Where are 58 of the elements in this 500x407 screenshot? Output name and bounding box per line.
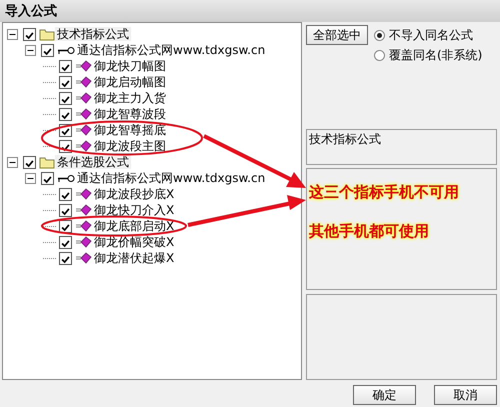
key-icon bbox=[57, 174, 75, 182]
formula-icon bbox=[75, 92, 92, 104]
cancel-button[interactable]: 取消 bbox=[434, 385, 497, 405]
formula-icon bbox=[75, 252, 92, 264]
checkbox[interactable] bbox=[23, 156, 36, 168]
checkbox[interactable] bbox=[59, 252, 72, 264]
tree-item[interactable]: 御龙快刀幅图 bbox=[92, 59, 168, 73]
collapse-icon[interactable] bbox=[7, 28, 18, 40]
collapse-icon[interactable] bbox=[25, 172, 36, 184]
tree-item[interactable]: 通达信指标公式网www.tdxgsw.cn bbox=[75, 171, 268, 185]
tree-item[interactable]: 御龙价幅突破X bbox=[92, 235, 176, 249]
formula-icon bbox=[75, 140, 92, 152]
tree-item[interactable]: 御龙智尊波段 bbox=[92, 107, 168, 121]
checkbox[interactable] bbox=[59, 236, 72, 248]
formula-icon bbox=[75, 108, 92, 120]
checkbox[interactable] bbox=[41, 44, 54, 56]
checkbox[interactable] bbox=[59, 220, 72, 232]
checkbox[interactable] bbox=[59, 204, 72, 216]
tree-item[interactable]: 御龙快刀介入X bbox=[92, 203, 176, 217]
collapse-icon[interactable] bbox=[7, 156, 18, 168]
tree-item[interactable]: 御龙波段抄底X bbox=[92, 187, 176, 201]
tree-item[interactable]: 御龙底部启动X bbox=[92, 219, 176, 233]
checkbox[interactable] bbox=[59, 108, 72, 120]
tree-item[interactable]: 通达信指标公式网www.tdxgsw.cn bbox=[75, 43, 268, 57]
folder-icon bbox=[39, 156, 55, 168]
radio-button[interactable] bbox=[374, 30, 385, 40]
tree-item[interactable]: 御龙启动幅图 bbox=[92, 75, 168, 89]
formula-icon bbox=[75, 236, 92, 248]
tree-item[interactable]: 御龙主力入货 bbox=[92, 91, 168, 105]
checkbox[interactable] bbox=[59, 60, 72, 72]
annotation-text: 其他手机都可使用 bbox=[309, 220, 429, 242]
formula-icon bbox=[75, 60, 92, 72]
checkbox[interactable] bbox=[59, 76, 72, 88]
formula-icon bbox=[75, 220, 92, 232]
annotation-text: 这三个指标手机不可用 bbox=[309, 182, 459, 203]
tree-item[interactable]: 御龙智尊摇底 bbox=[92, 123, 168, 137]
description-text: 技术指标公式 bbox=[309, 132, 381, 146]
formula-icon bbox=[75, 188, 92, 200]
tree-item[interactable]: 条件选股公式 bbox=[55, 155, 131, 169]
collapse-icon[interactable] bbox=[25, 44, 36, 56]
checkbox[interactable] bbox=[59, 92, 72, 104]
formula-icon bbox=[75, 204, 92, 216]
tree-item[interactable]: 御龙波段主图 bbox=[92, 139, 168, 153]
formula-icon bbox=[75, 124, 92, 136]
radio-button[interactable] bbox=[374, 50, 385, 60]
folder-icon bbox=[39, 28, 55, 40]
select-all-button[interactable]: 全部选中 bbox=[306, 25, 368, 45]
checkbox[interactable] bbox=[41, 172, 54, 184]
formula-icon bbox=[75, 76, 92, 88]
radio-option[interactable]: 覆盖同名(非系统) bbox=[374, 45, 482, 65]
checkbox[interactable] bbox=[59, 188, 72, 200]
tree-item[interactable]: 技术指标公式 bbox=[55, 27, 131, 41]
checkbox[interactable] bbox=[23, 28, 36, 40]
radio-option[interactable]: 不导入同名公式 bbox=[374, 25, 482, 45]
ok-button[interactable]: 确定 bbox=[353, 385, 416, 405]
tree-item[interactable]: 御龙潜伏起爆X bbox=[92, 251, 176, 265]
window-title: 导入公式 bbox=[0, 0, 500, 22]
key-icon bbox=[57, 46, 75, 54]
